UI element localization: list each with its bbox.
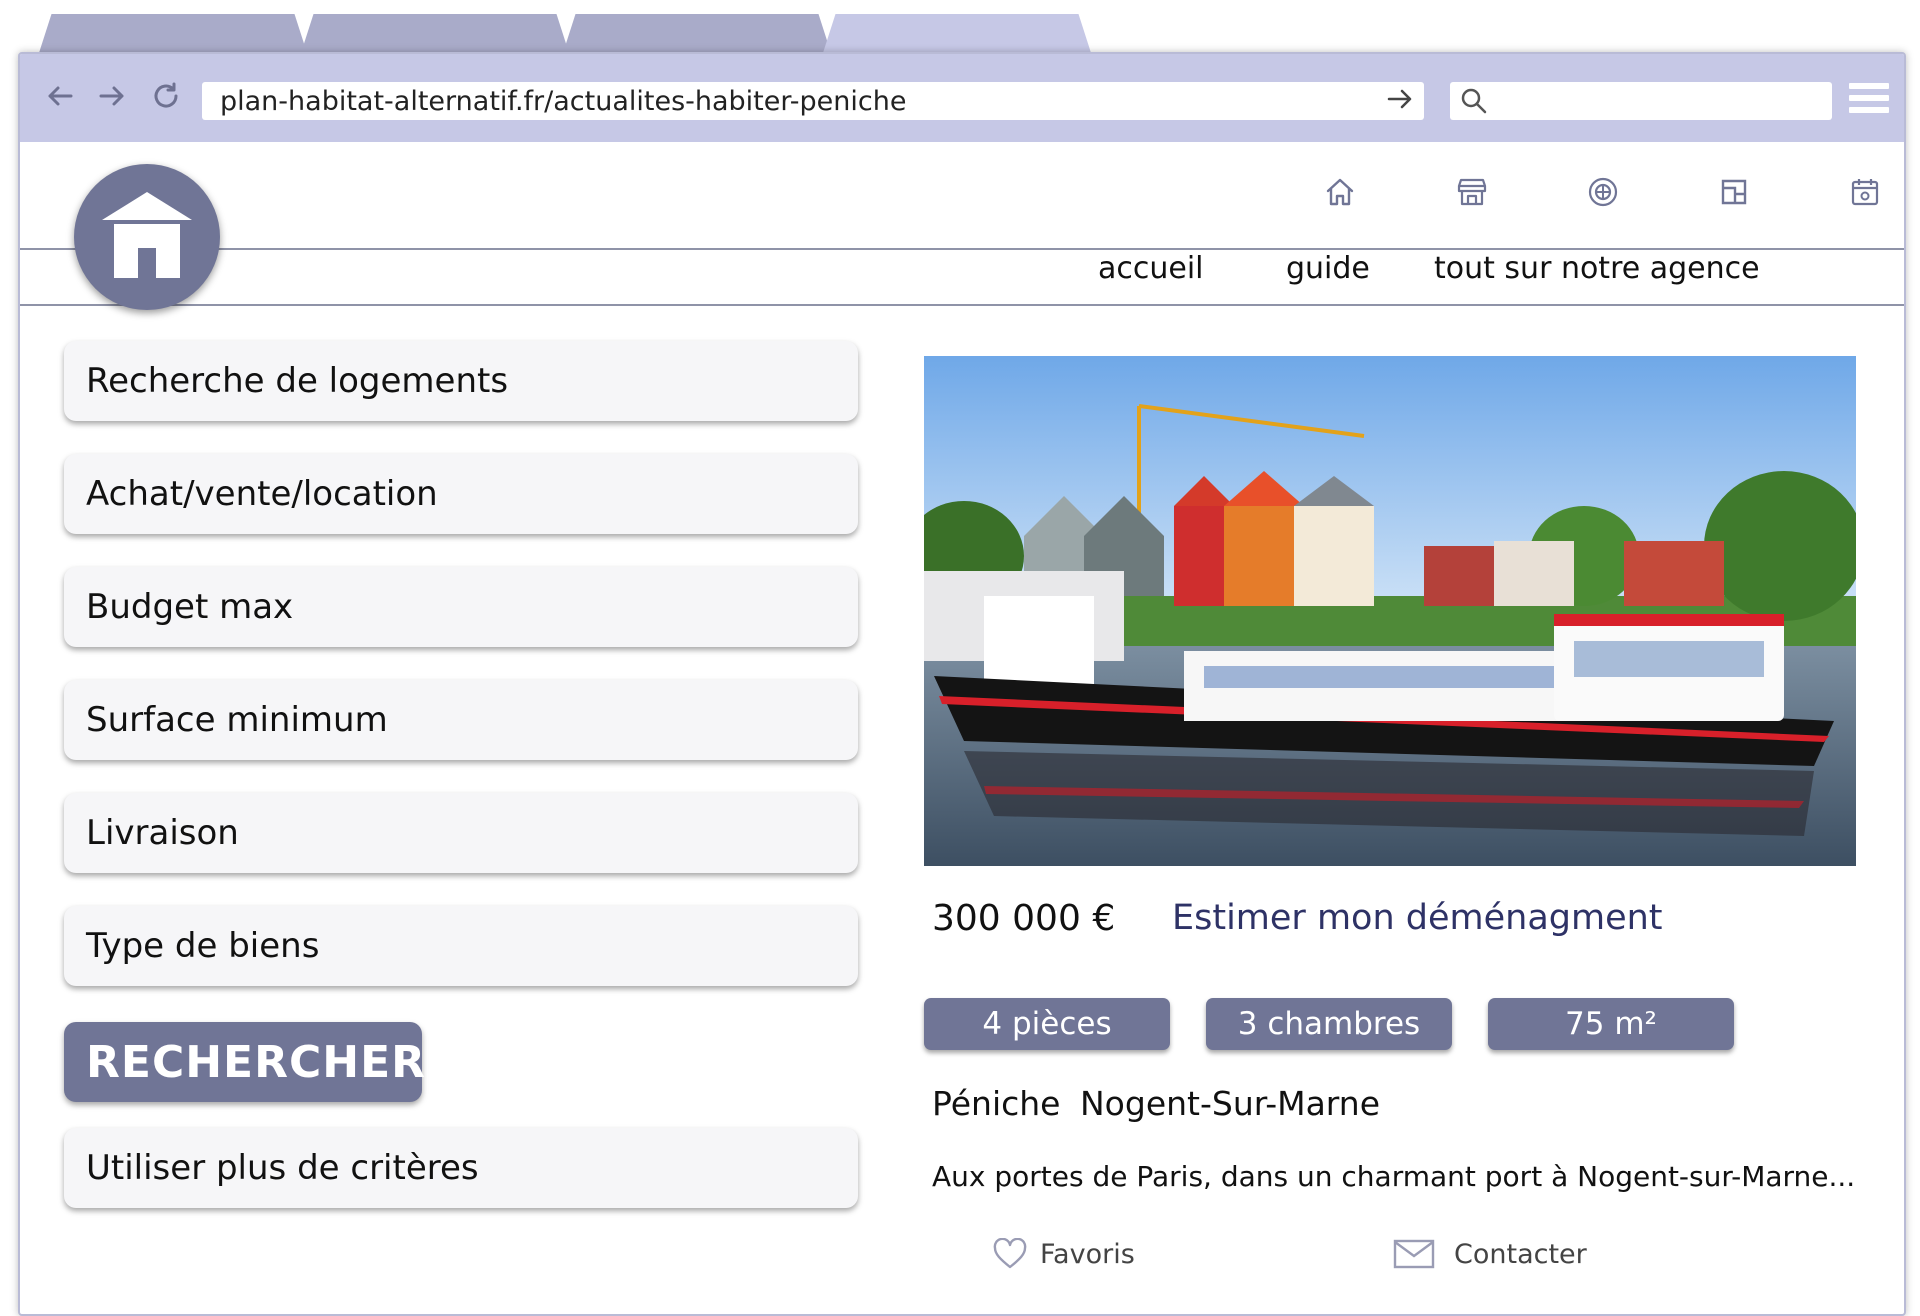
browser-window: plan-habitat-alternatif.fr/actualites-ha…	[18, 52, 1906, 1316]
arrow-right-icon	[99, 86, 124, 106]
hamburger-menu-icon[interactable]	[1849, 83, 1889, 117]
floorplan-icon[interactable]	[1716, 174, 1752, 210]
favorite-label: Favoris	[1040, 1238, 1135, 1270]
back-button[interactable]	[40, 76, 80, 116]
search-icon	[1461, 88, 1487, 114]
house-logo-icon	[102, 192, 192, 278]
forward-button[interactable]	[92, 76, 132, 116]
listing-price: 300 000 €	[932, 898, 1116, 939]
feature-surface: 75 m²	[1488, 998, 1734, 1050]
more-criteria-button[interactable]: Utiliser plus de critères	[64, 1128, 858, 1208]
contact-label: Contacter	[1454, 1238, 1587, 1270]
home-icon[interactable]	[1322, 174, 1358, 210]
store-icon[interactable]	[1454, 174, 1490, 210]
calendar-icon[interactable]	[1847, 174, 1883, 210]
browser-tab-2[interactable]	[300, 14, 570, 56]
browser-tab-active[interactable]	[822, 14, 1092, 56]
criteria-delivery[interactable]: Livraison	[64, 793, 858, 873]
nav-link-accueil[interactable]: accueil	[1098, 251, 1204, 286]
listing-city: Nogent-Sur-Marne	[1080, 1084, 1381, 1123]
header-divider-bottom	[20, 304, 1904, 306]
listing-photo[interactable]	[924, 356, 1856, 866]
listing-description: Aux portes de Paris, dans un charmant po…	[932, 1160, 1856, 1193]
feature-bedrooms: 3 chambres	[1206, 998, 1452, 1050]
site-logo[interactable]	[74, 164, 220, 310]
feature-rooms: 4 pièces	[924, 998, 1170, 1050]
go-arrow-icon[interactable]	[1386, 85, 1414, 120]
header-divider-top	[20, 248, 1904, 250]
browser-toolbar: plan-habitat-alternatif.fr/actualites-ha…	[20, 54, 1904, 142]
url-text[interactable]: plan-habitat-alternatif.fr/actualites-ha…	[220, 86, 906, 117]
browser-tab-1[interactable]	[38, 14, 308, 56]
heart-icon	[993, 1238, 1027, 1269]
estimate-moving-link[interactable]: Estimer mon déménagment	[1172, 898, 1663, 938]
contact-button[interactable]: Contacter	[1392, 1238, 1587, 1270]
listing-type: Péniche	[932, 1084, 1061, 1123]
badge-icon[interactable]	[1585, 174, 1621, 210]
nav-link-guide[interactable]: guide	[1286, 251, 1370, 286]
reload-button[interactable]	[146, 76, 186, 116]
nav-link-agence[interactable]: tout sur notre agence	[1434, 251, 1760, 286]
houseboat-photo	[924, 356, 1856, 866]
criteria-surface-min[interactable]: Surface minimum	[64, 680, 858, 760]
reload-icon	[154, 82, 178, 108]
criteria-budget-max[interactable]: Budget max	[64, 567, 858, 647]
arrow-left-icon	[48, 86, 73, 106]
criteria-transaction-type[interactable]: Achat/vente/location	[64, 454, 858, 534]
address-bar[interactable]: plan-habitat-alternatif.fr/actualites-ha…	[202, 82, 1424, 120]
envelope-icon	[1393, 1239, 1435, 1269]
favorite-button[interactable]: Favoris	[992, 1238, 1135, 1270]
browser-tab-3[interactable]	[562, 14, 832, 56]
criteria-property-type[interactable]: Type de biens	[64, 906, 858, 986]
browser-search-bar[interactable]	[1450, 82, 1832, 120]
criteria-housing-search[interactable]: Recherche de logements	[64, 341, 858, 421]
search-button[interactable]: RECHERCHER	[64, 1022, 425, 1102]
